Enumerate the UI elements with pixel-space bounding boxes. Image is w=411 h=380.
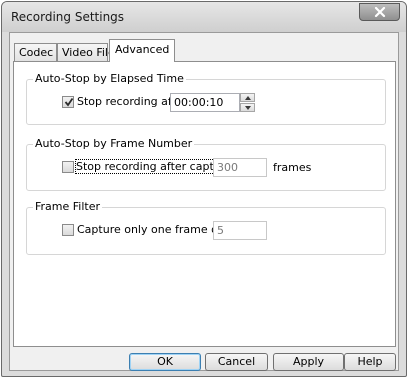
ok-button[interactable]: OK: [129, 353, 201, 371]
group-title-frame-number: Auto-Stop by Frame Number: [33, 137, 195, 150]
title-bar[interactable]: Recording Settings: [2, 2, 406, 32]
tab-codec[interactable]: Codec: [14, 43, 57, 61]
recording-settings-dialog: Recording Settings Codec Video File Adva…: [1, 1, 407, 377]
elapsed-time-input[interactable]: 00:00:10: [170, 93, 240, 112]
tab-video-file[interactable]: Video File: [57, 43, 115, 61]
group-auto-stop-frame-number: Auto-Stop by Frame Number Stop recording…: [26, 137, 386, 191]
close-button[interactable]: [359, 3, 400, 21]
frame-filter-input[interactable]: 5: [213, 221, 267, 240]
close-icon: [374, 7, 386, 18]
window-title: Recording Settings: [11, 10, 125, 24]
arrow-down-icon: [245, 106, 251, 110]
advanced-tab-panel: Auto-Stop by Elapsed Time Stop recording…: [13, 61, 396, 347]
help-button[interactable]: Help: [344, 353, 396, 371]
apply-button[interactable]: Apply: [273, 353, 344, 371]
checkmark-icon: [64, 97, 74, 107]
group-title-frame-filter: Frame Filter: [33, 200, 103, 213]
arrow-up-icon: [245, 96, 251, 100]
dialog-client-area: Codec Video File Advanced Auto-Stop by E…: [9, 32, 399, 371]
elapsed-time-spinner: [240, 93, 255, 112]
spin-up-button[interactable]: [240, 93, 255, 102]
spin-down-button[interactable]: [240, 103, 255, 112]
stop-after-frames-checkbox[interactable]: [62, 161, 74, 173]
group-auto-stop-elapsed-time: Auto-Stop by Elapsed Time Stop recording…: [26, 72, 386, 125]
frames-unit-label: frames: [273, 161, 312, 174]
stop-after-time-checkbox[interactable]: [62, 96, 74, 108]
capture-one-frame-checkbox[interactable]: [62, 224, 74, 236]
group-frame-filter: Frame Filter Capture only one frame out …: [26, 200, 386, 255]
group-title-elapsed-time: Auto-Stop by Elapsed Time: [33, 72, 186, 85]
cancel-button[interactable]: Cancel: [205, 353, 268, 371]
frame-count-input[interactable]: 300: [213, 158, 267, 177]
tab-advanced[interactable]: Advanced: [109, 39, 175, 62]
